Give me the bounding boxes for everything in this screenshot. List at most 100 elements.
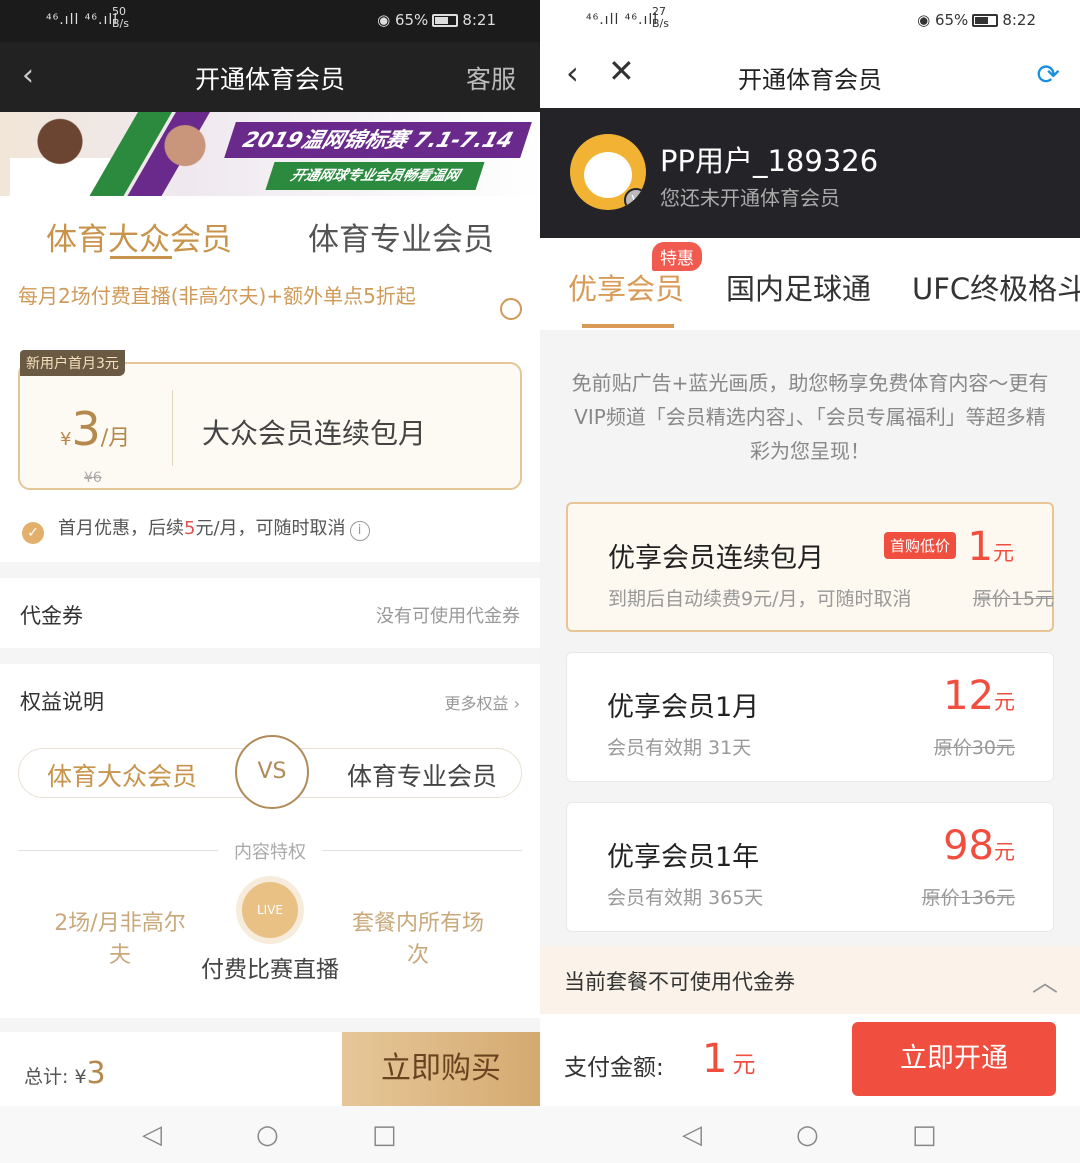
wimbledon-banner[interactable]: 2019温网锦标赛 7.1-7.14 开通网球专业会员畅看温网	[0, 112, 540, 196]
pay-label: 支付金额:	[564, 1055, 664, 1081]
plan-name: 大众会员连续包月	[202, 417, 427, 450]
package-original-price: 原价15元	[972, 588, 1054, 610]
tab-public-member[interactable]: 体育大众会员	[46, 214, 232, 259]
recents-square-icon[interactable]: □	[372, 1120, 397, 1150]
feature-right: 套餐内所有场次	[351, 911, 484, 968]
coupon-label: 代金券	[20, 604, 83, 628]
vs-circle: VS	[235, 735, 309, 809]
more-benefits-link[interactable]: 更多权益 ›	[445, 690, 521, 714]
benefits-title: 权益说明	[20, 690, 104, 714]
player-photo-2	[140, 112, 230, 196]
tab-domestic-football[interactable]: 国内足球通	[726, 266, 871, 308]
package-sub: 到期后自动续费9元/月，可随时取消	[608, 588, 912, 610]
system-nav: ◁ ○ □	[540, 1106, 1080, 1163]
network-speed: 50 B/s	[112, 5, 129, 30]
page-title: 开通体育会员	[738, 66, 882, 94]
status-bar: ⁴⁶.ıll ⁴⁶.ıll 27 B/s ◉ 65% 8:22	[540, 0, 1080, 42]
signal-icon: ⁴⁶.ıll ⁴⁶.ıll	[46, 12, 119, 28]
divider	[172, 390, 173, 466]
new-user-badge: 新用户首月3元	[20, 350, 125, 376]
player-photo-1	[10, 112, 110, 196]
recents-square-icon[interactable]: □	[912, 1120, 937, 1150]
membership-tabs: 体育大众会员 体育专业会员	[0, 196, 540, 268]
status-right: ◉ 65% 8:22	[917, 11, 1036, 29]
vip-badge-icon: V	[624, 188, 646, 210]
total-price: 总计: ¥3	[24, 1056, 106, 1091]
check-icon: ✓	[22, 522, 44, 544]
feature-center: 付费比赛直播	[201, 957, 339, 983]
payment-bar: 支付金额: 1 元 立即开通	[540, 1014, 1080, 1106]
package-price: 12元	[943, 673, 1015, 719]
tab-pro-member[interactable]: 体育专业会员	[308, 214, 494, 259]
package-sub: 会员有效期 365天	[607, 887, 764, 909]
tab-ufc[interactable]: UFC终极格斗	[912, 266, 1080, 308]
premium-intro: 免前贴广告+蓝光画质，助您畅享免费体育内容～更有VIP频道「会员精选内容」、「会…	[571, 371, 1049, 463]
system-nav: ◁ ○ □	[0, 1106, 540, 1163]
plan-price: ¥3/月	[60, 402, 131, 456]
coupon-value: 没有可使用代金券	[376, 606, 520, 627]
home-circle-icon[interactable]: ○	[796, 1120, 819, 1150]
compare-bar: 体育大众会员 VS 体育专业会员	[18, 735, 522, 809]
coupon-row[interactable]: 代金券 没有可使用代金券	[0, 578, 540, 648]
eye-icon: ◉	[377, 11, 391, 29]
open-now-button[interactable]: 立即开通	[852, 1022, 1056, 1096]
package-tabs: 特惠 优享会员 国内足球通 UFC终极格斗	[540, 238, 1080, 330]
page-title: 开通体育会员	[194, 65, 345, 94]
live-icon: LIVE	[242, 882, 298, 938]
feature-left: 2场/月非高尔夫	[54, 911, 186, 968]
bottom-bar: 总计: ¥3 立即购买	[0, 1032, 540, 1106]
top-nav: ‹ ✕ 开通体育会员 ⟳	[540, 42, 1080, 108]
package-sub: 会员有效期 31天	[607, 737, 752, 759]
first-month-note: ✓ 首月优惠，后续5元/月，可随时取消 i	[22, 514, 370, 544]
right-screen: ⁴⁶.ıll ⁴⁶.ıll 27 B/s ◉ 65% 8:22 ‹ ✕ 开通体育会员…	[540, 0, 1080, 1163]
banner-headline: 2019温网锦标赛 7.1-7.14	[224, 122, 532, 158]
plan-card-monthly[interactable]: 新用户首月3元 ¥3/月 ¥6 大众会员连续包月	[18, 350, 522, 490]
buy-now-button[interactable]: 立即购买	[342, 1032, 540, 1106]
member-status: 您还未开通体育会员	[660, 186, 840, 210]
plan-original-price: ¥6	[84, 470, 102, 486]
package-original-price: 原价136元	[921, 887, 1015, 909]
compare-public[interactable]: 体育大众会员	[47, 757, 197, 793]
top-nav: ‹ 开通体育会员 客服	[0, 42, 540, 112]
package-name: 优享会员连续包月	[608, 543, 824, 574]
pay-amount: 1 元	[702, 1036, 756, 1082]
banner-subline: 开通网球专业会员畅看温网	[265, 162, 485, 190]
home-circle-icon[interactable]: ○	[256, 1120, 279, 1150]
user-header: V PP用户_189326 您还未开通体育会员	[540, 108, 1080, 238]
package-monthly-auto[interactable]: 优享会员连续包月 首购低价 1元 到期后自动续费9元/月，可随时取消 原价15元	[566, 502, 1054, 632]
eye-icon: ◉	[917, 11, 931, 29]
network-speed: 27 B/s	[652, 5, 669, 30]
coupon-notice-bar[interactable]: 当前套餐不可使用代金券 ︿	[540, 946, 1080, 1014]
avatar[interactable]: V	[570, 134, 646, 210]
clock: 8:21	[462, 11, 496, 29]
package-1-month[interactable]: 优享会员1月 12元 会员有效期 31天 原价30元	[566, 652, 1054, 782]
package-name: 优享会员1年	[607, 842, 760, 873]
status-right: ◉ 65% 8:21	[377, 11, 496, 29]
refresh-icon[interactable]: ⟳	[1037, 58, 1060, 91]
info-icon[interactable]: i	[349, 521, 370, 541]
package-1-year[interactable]: 优享会员1年 98元 会员有效期 365天 原价136元	[566, 802, 1054, 932]
chevron-up-icon[interactable]: ︿	[1032, 962, 1058, 999]
package-original-price: 原价30元	[933, 737, 1015, 759]
battery-icon	[432, 14, 459, 27]
tab-premium[interactable]: 优享会员	[568, 266, 684, 308]
battery-icon	[972, 14, 999, 27]
package-name: 优享会员1月	[607, 692, 760, 723]
customer-service-link[interactable]: 客服	[466, 60, 516, 96]
compare-pro[interactable]: 体育专业会员	[347, 757, 497, 793]
privilege-title: 内容特权	[18, 838, 522, 863]
gift-icon[interactable]	[500, 298, 522, 320]
plan-description: 每月2场付费直播(非高尔夫)+额外单点5折起	[18, 284, 416, 308]
signal-icon: ⁴⁶.ıll ⁴⁶.ıll	[586, 12, 659, 28]
clock: 8:22	[1002, 11, 1036, 29]
status-bar: ⁴⁶.ıll ⁴⁶.ıll 50 B/s ◉ 65% 8:21	[0, 0, 540, 42]
coupon-notice: 当前套餐不可使用代金券	[564, 970, 795, 994]
tab-indicator	[110, 256, 172, 259]
package-price: 98元	[943, 823, 1015, 869]
tab-indicator	[582, 324, 674, 328]
first-purchase-tag: 首购低价	[883, 532, 956, 559]
package-price: 1元	[967, 524, 1014, 570]
back-triangle-icon[interactable]: ◁	[682, 1120, 702, 1150]
left-screen: ⁴⁶.ıll ⁴⁶.ıll 50 B/s ◉ 65% 8:21 ‹ 开通体育会员 客…	[0, 0, 540, 1163]
back-triangle-icon[interactable]: ◁	[142, 1120, 162, 1150]
